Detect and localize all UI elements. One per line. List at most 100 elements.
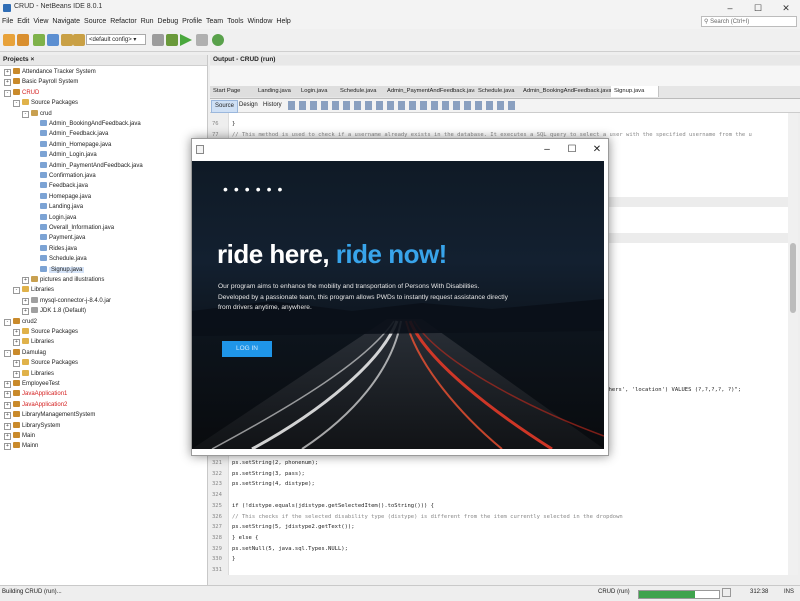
tree-item[interactable]: Schedule.java [31,254,87,264]
minimize-button[interactable]: – [716,0,744,16]
scroll-thumb[interactable] [790,243,796,313]
editor-actions-icons[interactable] [288,101,518,110]
tree-item[interactable]: Landing.java [31,202,83,212]
expand-icon[interactable]: + [22,297,29,305]
dialog-maximize-button[interactable]: ☐ [562,142,582,158]
close-button[interactable]: ✕ [772,0,800,16]
tree-item[interactable]: + Mainn [4,441,38,451]
build-icon[interactable] [152,34,164,46]
editor-tab[interactable]: Start Page [210,86,258,97]
tree-item[interactable]: Admin_BookingAndFeedback.java [31,119,141,129]
expand-icon[interactable]: + [13,329,20,336]
search-input[interactable]: ⚲ Search (Ctrl+I) [701,16,797,27]
tree-item[interactable]: Homepage.java [31,192,91,202]
tree-item[interactable]: Admin_Feedback.java [31,129,108,139]
expand-icon[interactable]: + [4,69,11,76]
profile-icon[interactable] [212,34,224,46]
menu-run[interactable]: Run [139,16,156,25]
editor-tab[interactable]: Admin_BookingAndFeedback.java [520,86,614,97]
tree-item[interactable]: - Source Packages [13,98,78,108]
redo-icon[interactable] [73,34,85,46]
run-icon[interactable] [180,34,192,46]
menu-window[interactable]: Window [245,16,274,25]
tree-item[interactable]: Admin_Homepage.java [31,140,111,150]
tree-item[interactable]: Admin_PaymentAndFeedback.java [31,161,143,171]
tree-item[interactable]: - Libraries [13,285,54,295]
menu-help[interactable]: Help [274,16,292,25]
expand-icon[interactable]: + [4,79,11,87]
collapse-icon[interactable]: - [4,349,11,357]
tree-item[interactable]: - CRUD [4,88,39,98]
editor-tab[interactable]: Admin_PaymentAndFeedback.java [384,86,478,97]
dialog-close-button[interactable]: ✕ [587,142,607,158]
collapse-icon[interactable]: - [22,110,29,118]
new-file-icon[interactable] [17,34,29,46]
dialog-minimize-button[interactable]: – [537,142,557,158]
tree-item[interactable]: + mysql-connector-j-8.4.0.jar [22,296,111,306]
menu-refactor[interactable]: Refactor [108,16,138,25]
cancel-build-icon[interactable] [722,588,731,597]
maximize-button[interactable]: ☐ [744,0,772,16]
tree-item[interactable]: + JavaApplication2 [4,400,67,410]
save-all-icon[interactable] [47,34,59,46]
clean-build-icon[interactable] [166,34,178,46]
menu-view[interactable]: View [31,16,50,25]
new-project-icon[interactable] [3,34,15,46]
expand-icon[interactable]: + [13,339,20,347]
tree-item[interactable]: + pictures and illustrations [22,275,104,285]
expand-icon[interactable]: + [4,443,11,451]
tree-item[interactable]: Overall_Information.java [31,223,114,233]
login-button[interactable]: LOG IN [222,341,272,357]
collapse-icon[interactable]: - [4,318,11,326]
menu-file[interactable]: File [0,16,15,25]
editor-tab[interactable]: Schedule.java [475,86,523,97]
expand-icon[interactable]: + [13,360,20,368]
editor-tab[interactable]: Signup.java [611,86,659,97]
view-history-button[interactable]: History [260,100,285,111]
tree-item[interactable]: + Source Packages [13,358,78,368]
tree-item[interactable]: + Libraries [13,337,54,347]
expand-icon[interactable]: + [22,277,29,284]
expand-icon[interactable]: + [4,401,11,409]
tree-item[interactable]: Login.java [31,213,76,223]
tree-item[interactable]: - crud2 [4,317,37,327]
editor-tab[interactable]: Landing.java [255,86,301,97]
tree-item[interactable]: - Damulag [4,348,46,358]
tree-item[interactable]: - crud [22,109,52,119]
collapse-icon[interactable]: - [13,100,20,108]
menu-profile[interactable]: Profile [180,16,204,25]
tree-item[interactable]: + JDK 1.8 (Default) [22,306,86,316]
view-design-button[interactable]: Design [236,100,261,111]
open-project-icon[interactable] [33,34,45,46]
expand-icon[interactable]: + [4,412,11,420]
collapse-icon[interactable]: - [13,287,20,295]
tree-item[interactable]: + LibraryManagementSystem [4,410,95,420]
tree-item[interactable]: Signup.java [31,265,85,275]
expand-icon[interactable]: + [4,433,11,440]
tree-item[interactable]: Feedback.java [31,181,88,191]
collapse-icon[interactable]: - [4,89,11,97]
menu-source[interactable]: Source [82,16,108,25]
menu-tools[interactable]: Tools [225,16,245,25]
menu-edit[interactable]: Edit [15,16,31,25]
undo-icon[interactable] [61,34,73,46]
tree-item[interactable]: Confirmation.java [31,171,96,181]
tree-item[interactable]: + JavaApplication1 [4,389,67,399]
expand-icon[interactable]: + [22,308,29,316]
tree-item[interactable]: + Basic Payroll System [4,77,78,87]
menu-navigate[interactable]: Navigate [50,16,82,25]
output-window-title[interactable]: Output - CRUD (run) [210,55,800,65]
editor-tab[interactable]: Schedule.java [337,86,387,97]
debug-icon[interactable] [196,34,208,46]
tree-item[interactable]: Rides.java [31,244,77,254]
expand-icon[interactable]: + [13,370,20,378]
expand-icon[interactable]: + [4,422,11,430]
editor-tab[interactable]: Login.java [298,86,340,97]
tree-item[interactable]: + EmployeeTest [4,379,60,389]
menu-team[interactable]: Team [204,16,225,25]
tree-item[interactable]: Admin_Login.java [31,150,97,160]
configuration-select[interactable]: <default config> ▾ [86,34,146,45]
tree-item[interactable]: + Attendance Tracker System [4,67,96,77]
tree-item[interactable]: Payment.java [31,233,85,243]
expand-icon[interactable]: + [4,391,11,399]
